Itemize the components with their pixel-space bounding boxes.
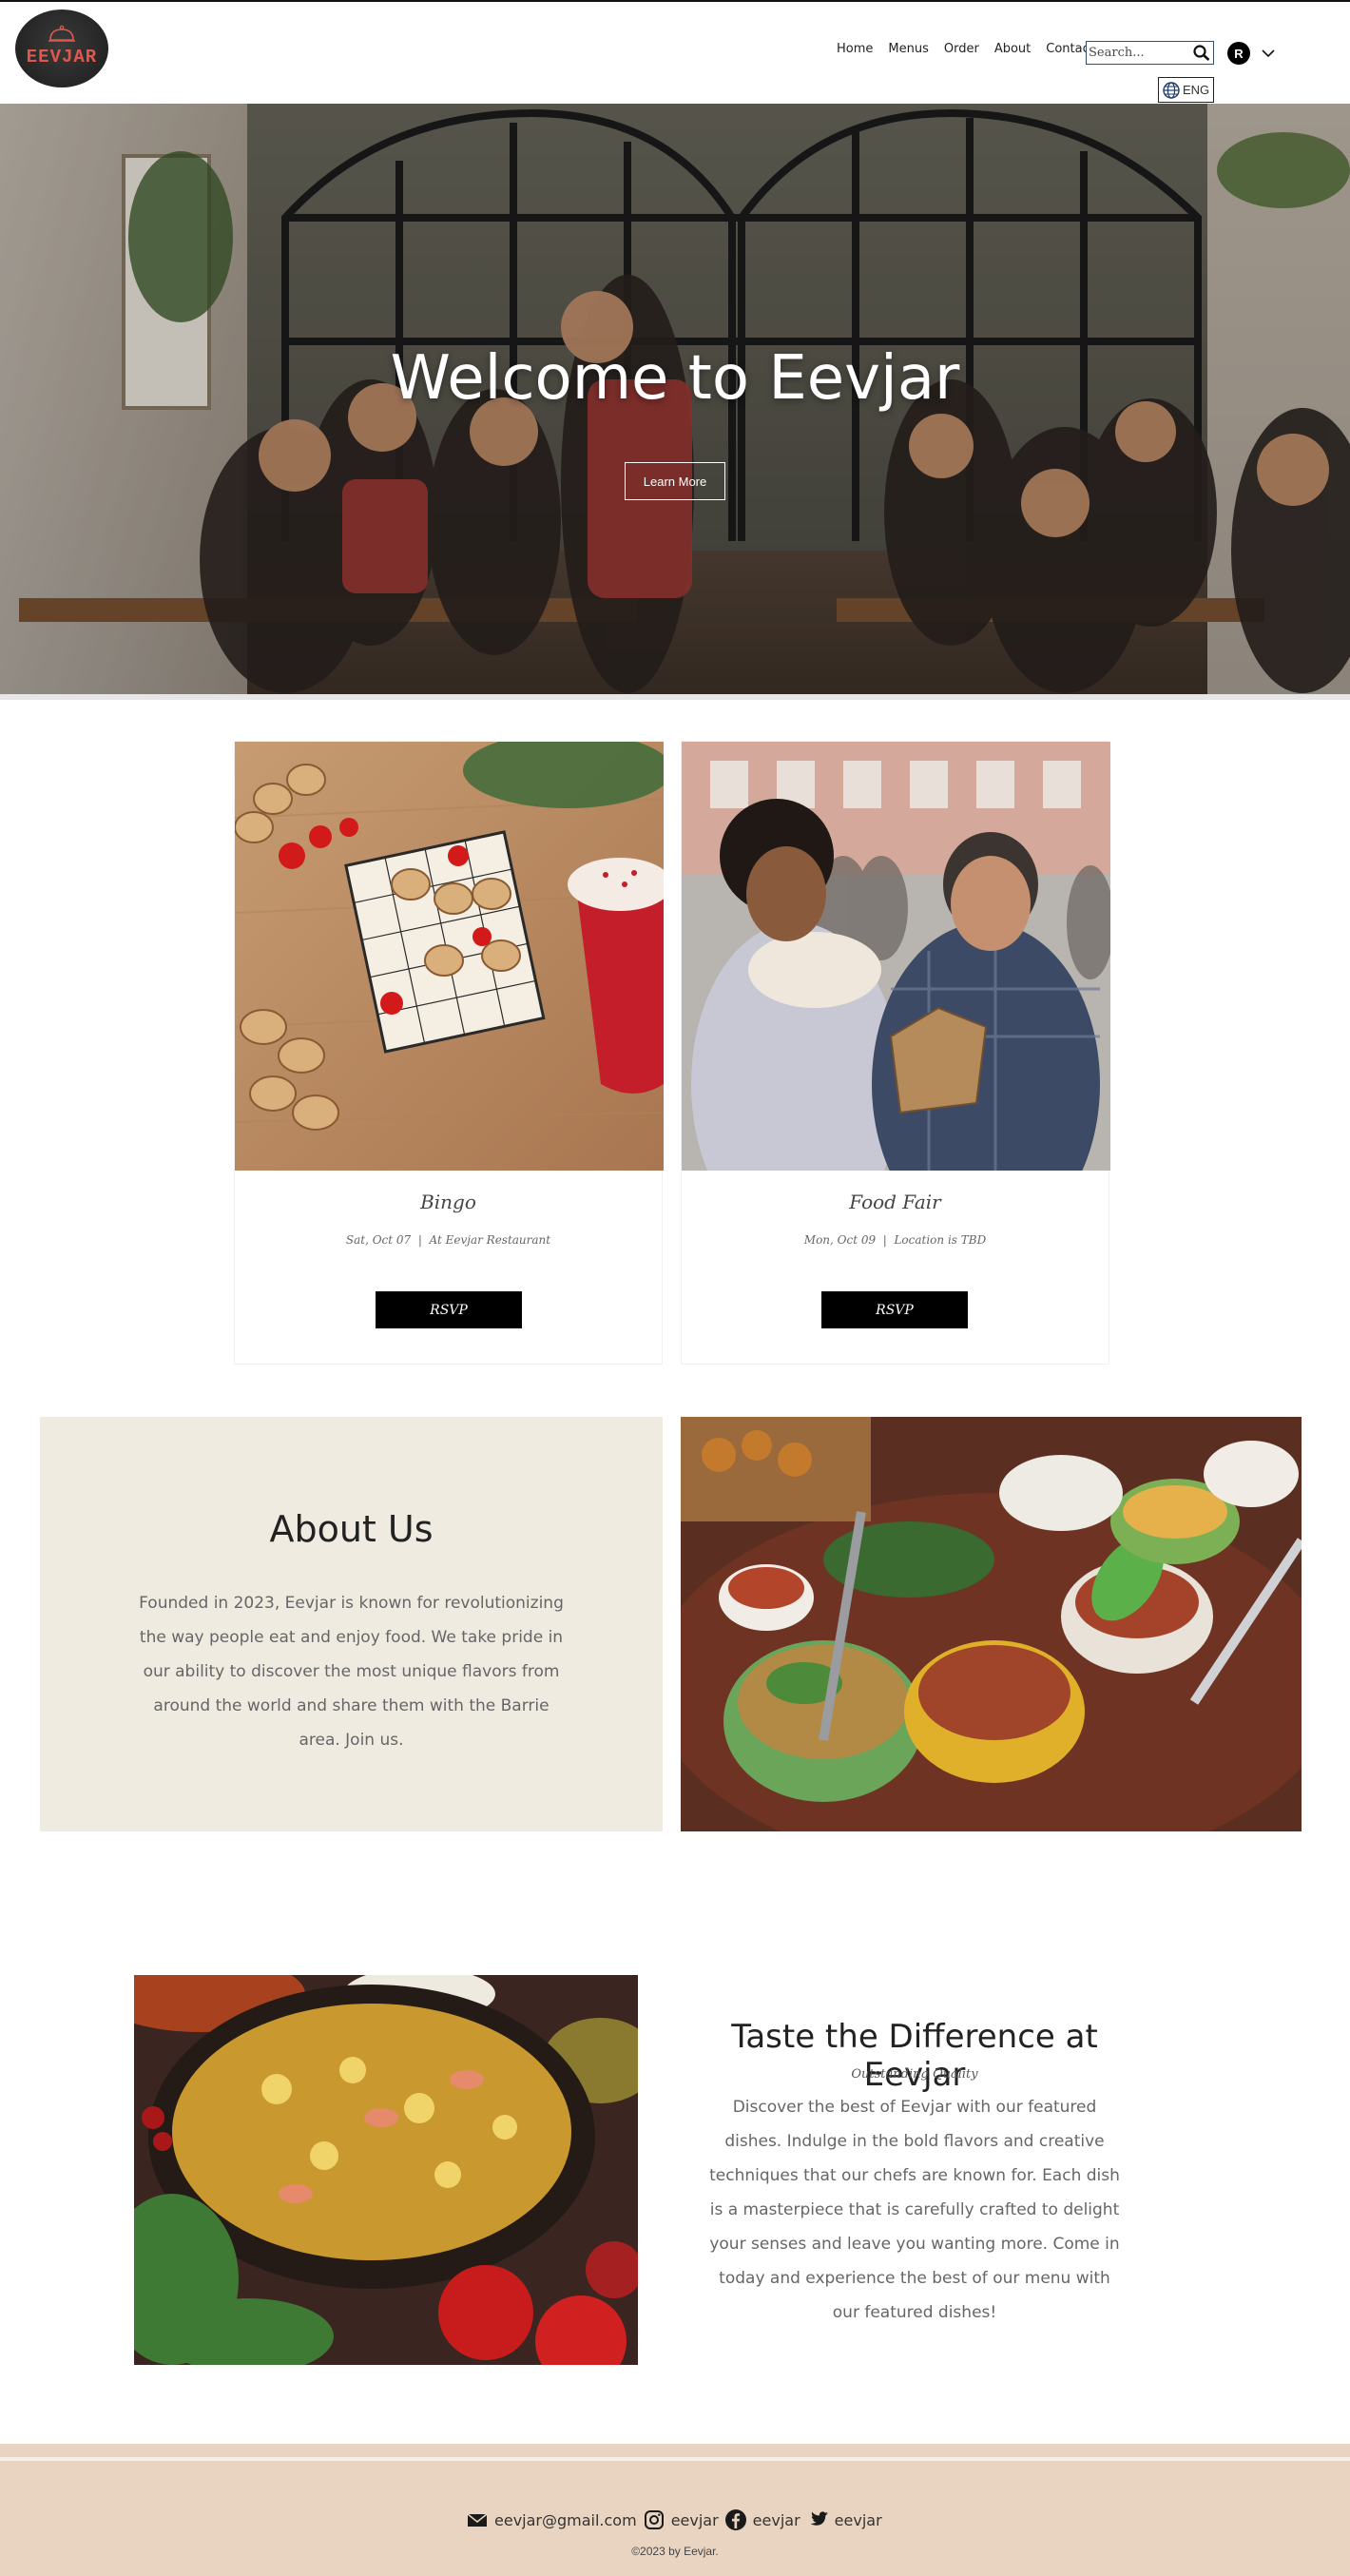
event-meta: Sat, Oct 07 | At Eevjar Restaurant: [235, 1233, 662, 1247]
cloche-icon: [48, 25, 75, 42]
learn-more-button[interactable]: Learn More: [625, 462, 725, 500]
chevron-down-icon[interactable]: [1261, 46, 1276, 61]
facebook-icon[interactable]: [724, 2508, 747, 2531]
footer-instagram[interactable]: eevjar: [671, 2511, 719, 2529]
event-card-bingo: Bingo Sat, Oct 07 | At Eevjar Restaurant…: [234, 741, 664, 1365]
search-box: [1086, 41, 1214, 65]
mail-icon[interactable]: [466, 2508, 489, 2531]
language-selector[interactable]: ENG: [1158, 77, 1214, 103]
taste-food-image: [134, 1975, 638, 2365]
taste-title: Taste the Difference at Eevjar: [731, 2018, 1098, 2094]
user-avatar[interactable]: R: [1227, 42, 1250, 65]
event-location: Location is TBD: [894, 1233, 987, 1247]
event-separator: |: [417, 1233, 422, 1247]
nav-order[interactable]: Order: [936, 42, 987, 56]
event-title: Food Fair: [849, 1191, 941, 1213]
nav-about[interactable]: About: [987, 42, 1038, 56]
about-text: Founded in 2023, Eevjar is known for rev…: [139, 1594, 564, 1750]
taste-text: Discover the best of Eevjar with our fea…: [709, 2098, 1120, 2322]
language-label: ENG: [1183, 83, 1210, 97]
bingo-illustration: [235, 742, 664, 1171]
twitter-icon[interactable]: [806, 2508, 829, 2531]
footer-facebook[interactable]: eevjar: [753, 2511, 800, 2529]
logo[interactable]: EEVJAR: [15, 10, 108, 87]
about-title: About Us: [269, 1508, 434, 1550]
event-title: Bingo: [420, 1191, 476, 1213]
site-footer: eevjar@gmail.com eevjar eevjar eevjar ©2…: [0, 2444, 1350, 2576]
footer-email[interactable]: eevjar@gmail.com: [494, 2511, 637, 2529]
page: EEVJAR Home Menus Order About Contact R: [0, 0, 1350, 2576]
event-location: At Eevjar Restaurant: [429, 1233, 551, 1247]
nav-home[interactable]: Home: [829, 42, 880, 56]
logo-text: EEVJAR: [26, 47, 98, 68]
nav-menus[interactable]: Menus: [880, 42, 935, 56]
search-input[interactable]: [1089, 44, 1191, 62]
hero-title: Welcome to Eevjar: [390, 343, 960, 414]
taste-subtitle: Outstanding Quality: [851, 2067, 978, 2082]
footer-divider: [0, 2457, 1350, 2461]
food-fair-illustration: [682, 742, 1110, 1171]
about-section: About Us Founded in 2023, Eevjar is know…: [40, 1417, 663, 1831]
event-date: Mon, Oct 09: [803, 1233, 877, 1247]
search-icon[interactable]: [1192, 44, 1211, 62]
event-card-food-fair: Food Fair Mon, Oct 09 | Location is TBD …: [681, 741, 1110, 1365]
instagram-icon[interactable]: [643, 2508, 665, 2531]
footer-contacts: eevjar@gmail.com eevjar eevjar eevjar: [466, 2508, 882, 2531]
globe-icon: [1163, 81, 1180, 99]
paella-illustration: [134, 1975, 638, 2365]
copyright: ©2023 by Eevjar.: [631, 2545, 719, 2558]
rsvp-button[interactable]: RSVP: [821, 1291, 968, 1328]
food-fair-image: [682, 742, 1110, 1171]
event-separator: |: [882, 1233, 887, 1247]
footer-twitter[interactable]: eevjar: [835, 2511, 882, 2529]
hero-section: Welcome to Eevjar Learn More: [0, 104, 1350, 694]
food-bowls-illustration: [681, 1417, 1302, 1831]
hero-divider: [0, 694, 1350, 700]
main-nav: Home Menus Order About Contact: [829, 42, 1102, 56]
about-food-image: [681, 1417, 1302, 1831]
bingo-image: [235, 742, 664, 1171]
rsvp-button[interactable]: RSVP: [376, 1291, 522, 1328]
event-date: Sat, Oct 07: [345, 1233, 412, 1247]
site-header: EEVJAR Home Menus Order About Contact R: [0, 2, 1350, 104]
event-meta: Mon, Oct 09 | Location is TBD: [682, 1233, 1109, 1247]
